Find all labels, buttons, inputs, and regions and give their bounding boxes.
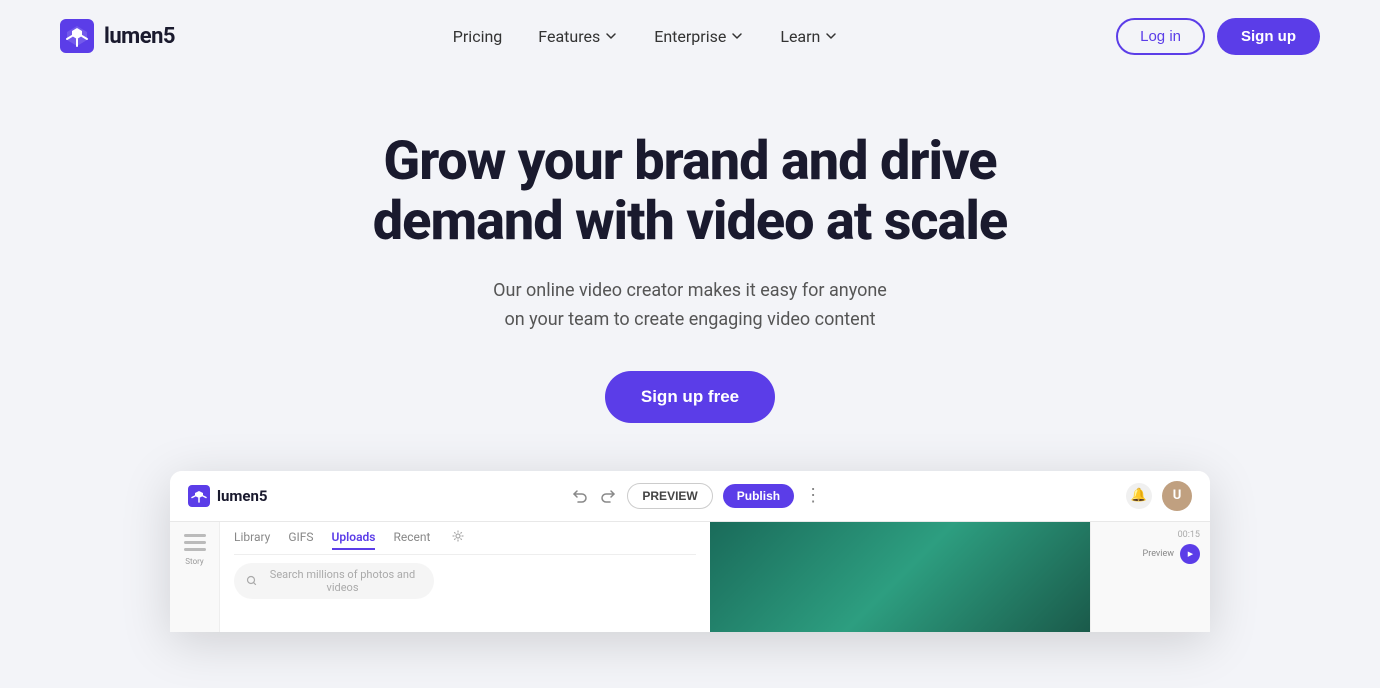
features-chevron-icon	[604, 29, 618, 43]
nav-features[interactable]: Features	[538, 27, 618, 46]
app-sidebar: Story	[170, 522, 220, 632]
media-search-bar[interactable]: Search millions of photos and videos	[234, 563, 434, 599]
nav-learn[interactable]: Learn	[780, 27, 838, 46]
story-label-item: Story	[184, 534, 206, 566]
app-preview-logo-icon	[188, 485, 210, 507]
hero-subtitle: Our online video creator makes it easy f…	[493, 277, 887, 335]
notification-icon[interactable]: 🔔	[1126, 483, 1152, 509]
login-button[interactable]: Log in	[1116, 18, 1205, 55]
navbar: lumen5 Pricing Features Enterprise Learn…	[0, 0, 1380, 72]
logo-link[interactable]: lumen5	[60, 19, 175, 53]
preview-label-small: Preview	[1143, 549, 1174, 559]
app-preview-right-panel: 00:15 Preview	[1090, 522, 1210, 632]
video-preview-area	[710, 522, 1090, 632]
tab-gifs[interactable]: GIFS	[288, 530, 313, 550]
enterprise-chevron-icon	[730, 29, 744, 43]
nav-actions: Log in Sign up	[1116, 18, 1320, 55]
hero-title: Grow your brand and drive demand with vi…	[373, 132, 1007, 253]
undo-icon[interactable]	[571, 487, 589, 505]
tab-library[interactable]: Library	[234, 530, 270, 550]
app-preview-controls: PREVIEW Publish ⋮	[571, 483, 822, 509]
play-button-small[interactable]	[1180, 544, 1200, 564]
redo-icon[interactable]	[599, 487, 617, 505]
search-icon	[246, 575, 257, 586]
logo-text: lumen5	[104, 24, 175, 49]
app-media-tabs: Library GIFS Uploads Recent	[234, 522, 696, 555]
tab-recent[interactable]: Recent	[393, 530, 430, 550]
app-preview-topbar: lumen5 PREVIEW Publish ⋮ 🔔 U	[170, 471, 1210, 522]
learn-chevron-icon	[824, 29, 838, 43]
settings-icon[interactable]	[452, 530, 464, 542]
signup-button[interactable]: Sign up	[1217, 18, 1320, 55]
hero-signup-free-button[interactable]: Sign up free	[605, 371, 775, 423]
tab-uploads[interactable]: Uploads	[332, 530, 376, 550]
publish-button[interactable]: Publish	[723, 484, 794, 508]
hero-section: Grow your brand and drive demand with vi…	[0, 72, 1380, 632]
lumen5-logo-icon	[60, 19, 94, 53]
play-row: Preview	[1101, 544, 1200, 564]
app-tabs-content: Library GIFS Uploads Recent Search milli…	[220, 522, 710, 632]
app-preview-body: Story Library GIFS Uploads Recent	[170, 522, 1210, 632]
nav-pricing[interactable]: Pricing	[453, 27, 503, 46]
app-preview-user-icons: 🔔 U	[1126, 481, 1192, 511]
nav-enterprise[interactable]: Enterprise	[654, 27, 744, 46]
user-avatar[interactable]: U	[1162, 481, 1192, 511]
nav-links: Pricing Features Enterprise Learn	[453, 27, 839, 46]
time-display: 00:15	[1178, 530, 1200, 540]
more-options-icon[interactable]: ⋮	[804, 485, 822, 506]
preview-button[interactable]: PREVIEW	[627, 483, 712, 509]
app-preview: lumen5 PREVIEW Publish ⋮ 🔔 U	[170, 471, 1210, 632]
app-preview-logo: lumen5	[188, 485, 267, 507]
